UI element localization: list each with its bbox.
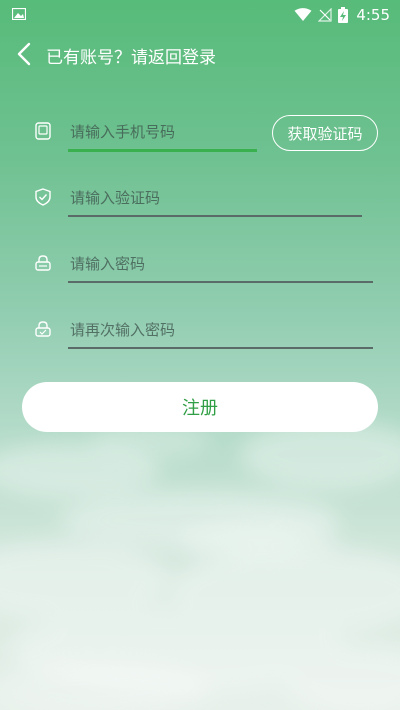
code-input[interactable] bbox=[70, 182, 350, 214]
chevron-left-icon bbox=[17, 42, 31, 66]
status-bar: 4:55 bbox=[0, 0, 400, 30]
gallery-icon bbox=[12, 8, 26, 20]
phone-underline bbox=[68, 149, 257, 152]
clock: 4:55 bbox=[356, 6, 390, 24]
lock-icon bbox=[35, 255, 51, 271]
confirm-password-underline bbox=[68, 347, 373, 349]
register-button[interactable]: 注册 bbox=[22, 382, 378, 432]
get-code-button[interactable]: 获取验证码 bbox=[272, 115, 378, 151]
back-to-login-link[interactable]: 已有账号？请返回登录 bbox=[46, 43, 216, 68]
shield-icon bbox=[35, 188, 51, 206]
status-icons: 4:55 bbox=[294, 5, 390, 25]
password-row bbox=[0, 240, 400, 290]
code-row bbox=[0, 174, 400, 224]
back-button[interactable] bbox=[10, 39, 38, 69]
lock-check-icon bbox=[35, 321, 51, 337]
code-underline bbox=[68, 215, 362, 217]
confirm-password-input[interactable] bbox=[70, 314, 360, 346]
phone-icon bbox=[35, 122, 51, 140]
wifi-icon bbox=[294, 8, 312, 21]
password-input[interactable] bbox=[70, 248, 360, 280]
password-underline bbox=[68, 281, 373, 283]
confirm-password-row bbox=[0, 306, 400, 356]
phone-input[interactable] bbox=[70, 116, 250, 148]
battery-charging-icon bbox=[338, 7, 349, 23]
title-bar: 已有账号？请返回登录 bbox=[0, 36, 400, 72]
no-sim-icon bbox=[318, 8, 332, 22]
